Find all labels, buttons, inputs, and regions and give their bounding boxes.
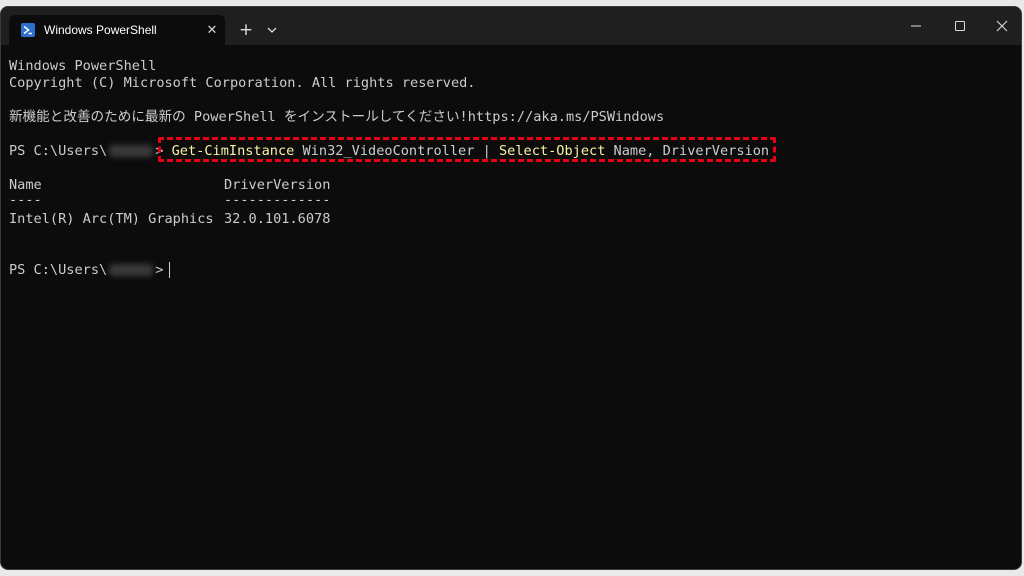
- minimize-button[interactable]: [901, 15, 931, 37]
- close-window-button[interactable]: [987, 15, 1017, 37]
- output-row-name: Intel(R) Arc(TM) Graphics: [9, 211, 214, 227]
- command-highlight-box: [158, 137, 776, 162]
- tab-windows-powershell[interactable]: Windows PowerShell ✕: [9, 15, 225, 45]
- redacted-username: [109, 145, 154, 157]
- prompt-prefix-2: PS C:\Users\: [9, 262, 108, 278]
- banner-title: Windows PowerShell: [9, 58, 157, 74]
- new-tab-button[interactable]: +: [235, 19, 257, 41]
- terminal-window: Windows PowerShell ✕ + Windows PowerShel…: [0, 6, 1022, 570]
- banner-update-notice: 新機能と改善のために最新の PowerShell をインストールしてください!h…: [9, 109, 665, 125]
- text-cursor: [169, 262, 171, 278]
- prompt-prefix: PS C:\Users\: [9, 143, 108, 159]
- output-row-driver: 32.0.101.6078: [224, 211, 331, 227]
- maximize-button[interactable]: [945, 15, 975, 37]
- tab-close-button[interactable]: ✕: [199, 23, 225, 38]
- output-separator-name: ----: [9, 192, 42, 208]
- output-separator-driver: -------------: [224, 192, 331, 208]
- prompt-line: PS C:\Users\ >: [9, 261, 171, 279]
- banner-copyright: Copyright (C) Microsoft Corporation. All…: [9, 75, 476, 91]
- prompt-suffix-2: >: [155, 262, 164, 278]
- title-bar: Windows PowerShell ✕ +: [1, 7, 1021, 45]
- maximize-icon: [955, 21, 965, 31]
- redacted-username-2: [109, 264, 154, 276]
- close-icon: [996, 20, 1008, 32]
- powershell-icon: [21, 23, 35, 37]
- terminal-output[interactable]: Windows PowerShell Copyright (C) Microso…: [9, 53, 1013, 569]
- minimize-icon: [911, 25, 921, 27]
- chevron-down-icon[interactable]: [263, 21, 281, 39]
- tab-title: Windows PowerShell: [44, 23, 157, 37]
